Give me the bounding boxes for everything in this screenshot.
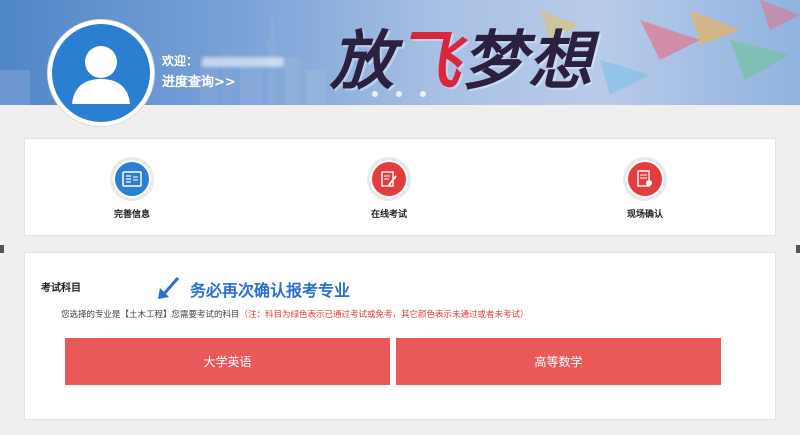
step-complete-info[interactable]: 完善信息 [72, 157, 192, 220]
step-icon-ring [110, 157, 154, 201]
step-icon-ring [367, 157, 411, 201]
blurred-username [202, 56, 285, 67]
step-online-exam[interactable]: 在线考试 [329, 157, 449, 220]
desc-text: 您选择的专业是【土木工程】您需要考试的科目 [61, 310, 240, 320]
step-label: 现场确认 [626, 210, 663, 220]
carousel-dot[interactable] [396, 91, 402, 97]
confirm-major-notice: 务必再次确认报考专业 [190, 281, 351, 300]
avatar[interactable] [48, 20, 154, 126]
step-onsite-confirm[interactable]: 现场确认 [585, 157, 705, 220]
step-label: 在线考试 [370, 210, 407, 220]
step-label: 完善信息 [113, 210, 150, 220]
progress-query-link[interactable]: 进度查询>> [162, 71, 236, 90]
banner-slogan: 放飞梦想 [330, 24, 594, 99]
exam-pen-icon [372, 162, 406, 196]
pointer-arrow-icon [158, 277, 180, 299]
carousel-dots[interactable] [372, 82, 444, 101]
subject-button-math[interactable]: 高等数学 [396, 338, 721, 385]
major-description: 您选择的专业是【土木工程】您需要考试的科目（注：科目为绿色表示已通过考试或免考，… [61, 308, 529, 320]
subject-button-english[interactable]: 大学英语 [65, 338, 390, 385]
exam-subjects-panel: 考试科目 务必再次确认报考专业 您选择的专业是【土木工程】您需要考试的科目（注：… [24, 252, 776, 420]
id-card-icon [115, 162, 149, 196]
left-scroll-indicator [0, 245, 4, 253]
carousel-dot[interactable] [420, 91, 426, 97]
desc-note: （注：科目为绿色表示已通过考试或免考，其它颜色表示未通过或者未考试） [239, 310, 529, 320]
section-title: 考试科目 [41, 283, 81, 294]
progress-steps-panel: 完善信息 在线考试 现场确认 [24, 138, 776, 236]
right-scroll-indicator [796, 245, 800, 253]
step-icon-ring [623, 157, 667, 201]
user-avatar-icon [52, 24, 150, 122]
confirm-doc-icon [628, 162, 662, 196]
carousel-dot[interactable] [372, 91, 378, 97]
welcome-text: 欢迎： [162, 52, 285, 69]
